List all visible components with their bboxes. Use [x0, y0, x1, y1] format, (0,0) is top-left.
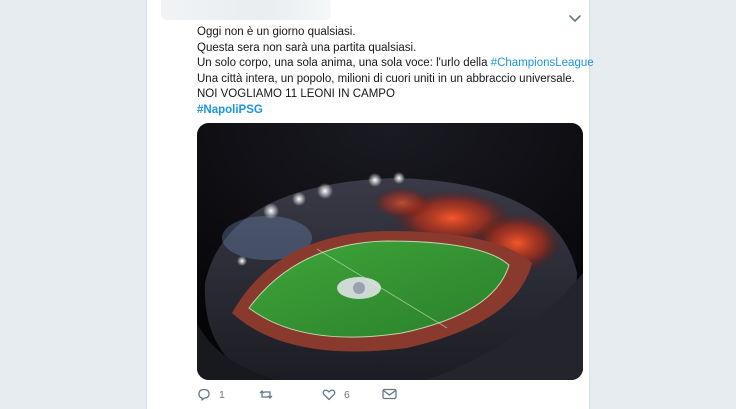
tweet-line: Questa sera non sarà una partita qualsia…	[197, 41, 417, 54]
like-count: 6	[344, 388, 350, 401]
chevron-down-icon[interactable]	[568, 12, 582, 24]
reply-button[interactable]: 1	[197, 388, 225, 401]
tweet-line: Oggi non è un giorno qualsiasi.	[197, 26, 356, 38]
tweet-actions: 1 6	[197, 388, 582, 406]
retweet-icon	[259, 388, 273, 401]
direct-message-button[interactable]	[382, 388, 397, 400]
retweet-button[interactable]	[259, 388, 281, 401]
tweet-line: NOI VOGLIAMO 11 LEONI IN CAMPO	[197, 88, 395, 101]
hashtag-link-napolipsg[interactable]: #NapoliPSG	[197, 103, 582, 119]
reply-count: 1	[219, 388, 225, 401]
tweet-image-stadium[interactable]	[197, 123, 583, 380]
tweet-card: Oggi non è un giorno qualsiasi. Questa s…	[146, 0, 594, 409]
envelope-icon	[382, 388, 397, 400]
like-button[interactable]: 6	[322, 388, 350, 401]
tweet-line: Una città intera, un popolo, milioni di …	[197, 72, 575, 85]
blurred-author-header	[161, 0, 331, 20]
reply-icon	[197, 388, 211, 401]
tweet-line-text: Un solo corpo, una sola anima, una sola …	[197, 57, 491, 70]
heart-icon	[322, 388, 336, 401]
stadium-night-image	[197, 123, 583, 380]
tweet-line: Un solo corpo, una sola anima, una sola …	[197, 56, 594, 72]
hashtag-link-championsleague[interactable]: #ChampionsLeague	[491, 57, 594, 69]
tweet-text: Oggi non è un giorno qualsiasi. Questa s…	[197, 25, 594, 119]
